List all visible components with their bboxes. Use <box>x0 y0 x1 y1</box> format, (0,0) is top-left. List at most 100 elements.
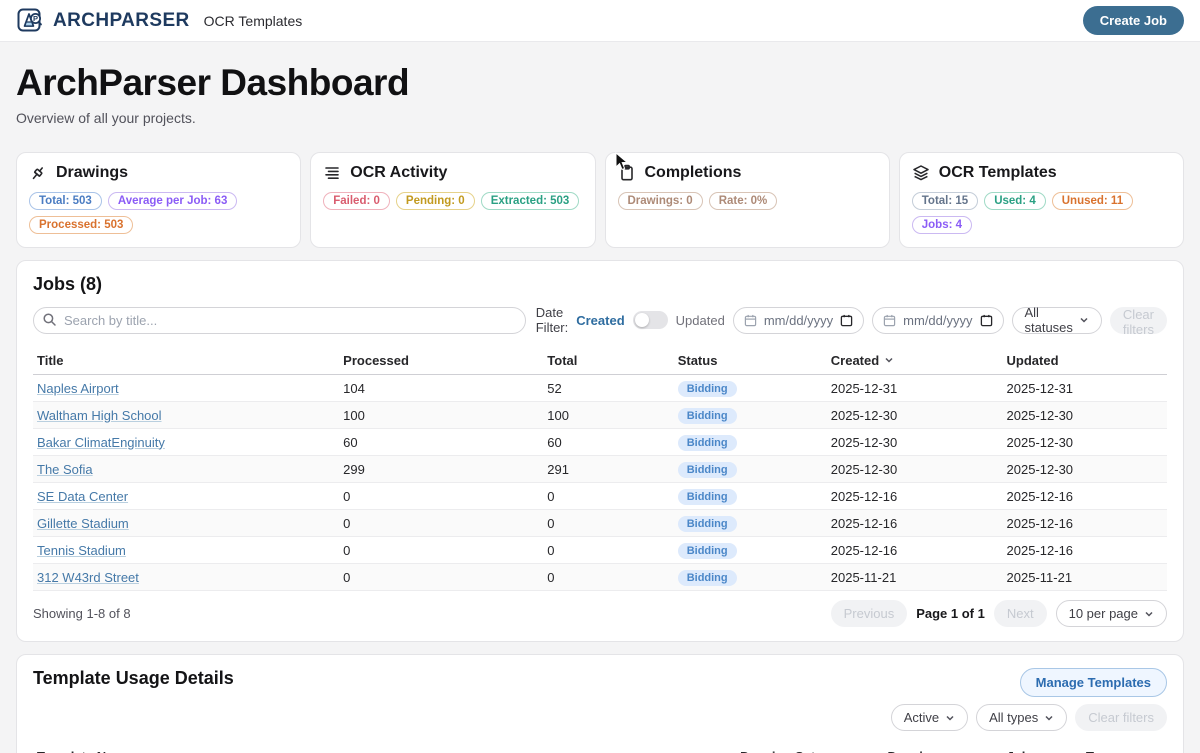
date-filter-created-option[interactable]: Created <box>576 313 624 328</box>
stat-badge: Rate: 0% <box>709 192 778 210</box>
total-cell: 0 <box>543 510 673 537</box>
active-filter-select[interactable]: Active <box>891 704 968 731</box>
created-cell: 2025-12-30 <box>827 456 1003 483</box>
main-content: ArchParser Dashboard Overview of all you… <box>0 42 1200 753</box>
date-picker-icon[interactable] <box>980 314 993 327</box>
job-title-link[interactable]: SE Data Center <box>37 489 128 504</box>
job-title-link[interactable]: Gillette Stadium <box>37 516 129 531</box>
table-row: Tennis Stadium 0 0 Bidding 2025-12-16 20… <box>33 537 1167 564</box>
top-bar: P ARCHPARSER OCR Templates Create Job <box>0 0 1200 42</box>
next-page-button[interactable]: Next <box>994 600 1047 627</box>
chevron-down-icon <box>945 713 955 723</box>
brand-logo[interactable]: P ARCHPARSER <box>16 6 190 36</box>
total-cell: 0 <box>543 564 673 591</box>
created-cell: 2025-12-30 <box>827 429 1003 456</box>
col-header-type[interactable]: Type <box>1082 743 1167 753</box>
updated-cell: 2025-12-30 <box>1003 402 1167 429</box>
per-page-select[interactable]: 10 per page <box>1056 600 1167 627</box>
col-header-total[interactable]: Total <box>543 347 673 375</box>
date-filter-label: Date Filter: <box>536 305 569 335</box>
job-search <box>33 307 526 334</box>
total-cell: 100 <box>543 402 673 429</box>
search-input[interactable] <box>33 307 526 334</box>
per-page-value: 10 per page <box>1069 606 1138 621</box>
updated-cell: 2025-12-30 <box>1003 429 1167 456</box>
chevron-down-icon <box>1079 315 1089 325</box>
page-indicator: Page 1 of 1 <box>916 606 985 621</box>
processed-cell: 0 <box>339 483 543 510</box>
job-title-link[interactable]: The Sofia <box>37 462 93 477</box>
jobs-filters: Date Filter: Created Updated mm/dd/yyyy <box>536 305 1167 335</box>
table-row: Waltham High School 100 100 Bidding 2025… <box>33 402 1167 429</box>
job-title-link[interactable]: Naples Airport <box>37 381 119 396</box>
date-from-input[interactable]: mm/dd/yyyy <box>733 307 864 334</box>
status-badge: Bidding <box>678 408 737 424</box>
job-title-link[interactable]: Waltham High School <box>37 408 162 423</box>
status-filter-select[interactable]: All statuses <box>1012 307 1102 334</box>
chevron-down-icon <box>1044 713 1054 723</box>
date-to-input[interactable]: mm/dd/yyyy <box>872 307 1003 334</box>
col-header-drawing-sets[interactable]: Drawing Sets <box>736 743 883 753</box>
archparser-logo-icon: P <box>16 6 46 36</box>
date-filter-toggle[interactable] <box>633 311 668 329</box>
col-header-status[interactable]: Status <box>674 347 827 375</box>
created-cell: 2025-12-16 <box>827 510 1003 537</box>
col-header-processed[interactable]: Processed <box>339 347 543 375</box>
stat-badge: Used: 4 <box>984 192 1046 210</box>
list-icon <box>323 164 341 182</box>
stat-badge: Extracted: 503 <box>481 192 580 210</box>
col-header-drawings[interactable]: Drawings <box>884 743 1003 753</box>
type-filter-select[interactable]: All types <box>976 704 1067 731</box>
stat-card-title: OCR Activity <box>350 164 447 182</box>
col-header-template-name[interactable]: Template Name <box>33 743 736 753</box>
manage-templates-button[interactable]: Manage Templates <box>1020 668 1167 697</box>
active-filter-value: Active <box>904 710 939 725</box>
date-filter-updated-option[interactable]: Updated <box>676 313 725 328</box>
col-header-title[interactable]: Title <box>33 347 339 375</box>
col-header-created[interactable]: Created <box>827 347 1003 375</box>
col-header-updated[interactable]: Updated <box>1003 347 1167 375</box>
stat-badge: Average per Job: 63 <box>108 192 238 210</box>
status-badge: Bidding <box>678 570 737 586</box>
processed-cell: 104 <box>339 375 543 402</box>
table-row: Naples Airport 104 52 Bidding 2025-12-31… <box>33 375 1167 402</box>
processed-cell: 60 <box>339 429 543 456</box>
create-job-button[interactable]: Create Job <box>1083 6 1184 35</box>
table-row: The Sofia 299 291 Bidding 2025-12-30 202… <box>33 456 1167 483</box>
previous-page-button[interactable]: Previous <box>831 600 908 627</box>
updated-cell: 2025-12-30 <box>1003 456 1167 483</box>
status-badge: Bidding <box>678 543 737 559</box>
date-picker-icon[interactable] <box>840 314 853 327</box>
template-usage-panel: Template Usage Details Manage Templates … <box>16 654 1184 753</box>
calendar-icon <box>883 314 896 327</box>
status-badge: Bidding <box>678 462 737 478</box>
total-cell: 52 <box>543 375 673 402</box>
table-row: SE Data Center 0 0 Bidding 2025-12-16 20… <box>33 483 1167 510</box>
col-header-jobs[interactable]: Jobs <box>1003 743 1082 753</box>
search-icon <box>42 312 57 327</box>
svg-text:P: P <box>33 14 38 23</box>
status-badge: Bidding <box>678 381 737 397</box>
pushpin-icon <box>29 164 47 182</box>
clear-filters-button[interactable]: Clear filters <box>1075 704 1167 731</box>
stat-card-title: Drawings <box>56 164 128 182</box>
stat-badge: Unused: 11 <box>1052 192 1133 210</box>
table-row: 312 W43rd Street 0 0 Bidding 2025-11-21 … <box>33 564 1167 591</box>
stat-badge: Total: 503 <box>29 192 102 210</box>
chevron-down-icon <box>1144 609 1154 619</box>
calendar-icon <box>744 314 757 327</box>
clear-filters-button[interactable]: Clear filters <box>1110 307 1167 334</box>
stat-card-drawings: Drawings Total: 503 Average per Job: 63 … <box>16 152 301 248</box>
stat-badge: Jobs: 4 <box>912 216 972 234</box>
job-title-link[interactable]: Bakar ClimatEnginuity <box>37 435 165 450</box>
job-title-link[interactable]: 312 W43rd Street <box>37 570 139 585</box>
date-from-placeholder: mm/dd/yyyy <box>764 313 833 328</box>
stat-card-completions: Completions Drawings: 0 Rate: 0% <box>605 152 890 248</box>
stat-badge: Pending: 0 <box>396 192 475 210</box>
total-cell: 0 <box>543 537 673 564</box>
status-badge: Bidding <box>678 489 737 505</box>
table-row: Bakar ClimatEnginuity 60 60 Bidding 2025… <box>33 429 1167 456</box>
processed-cell: 0 <box>339 537 543 564</box>
job-title-link[interactable]: Tennis Stadium <box>37 543 126 558</box>
updated-cell: 2025-12-16 <box>1003 510 1167 537</box>
